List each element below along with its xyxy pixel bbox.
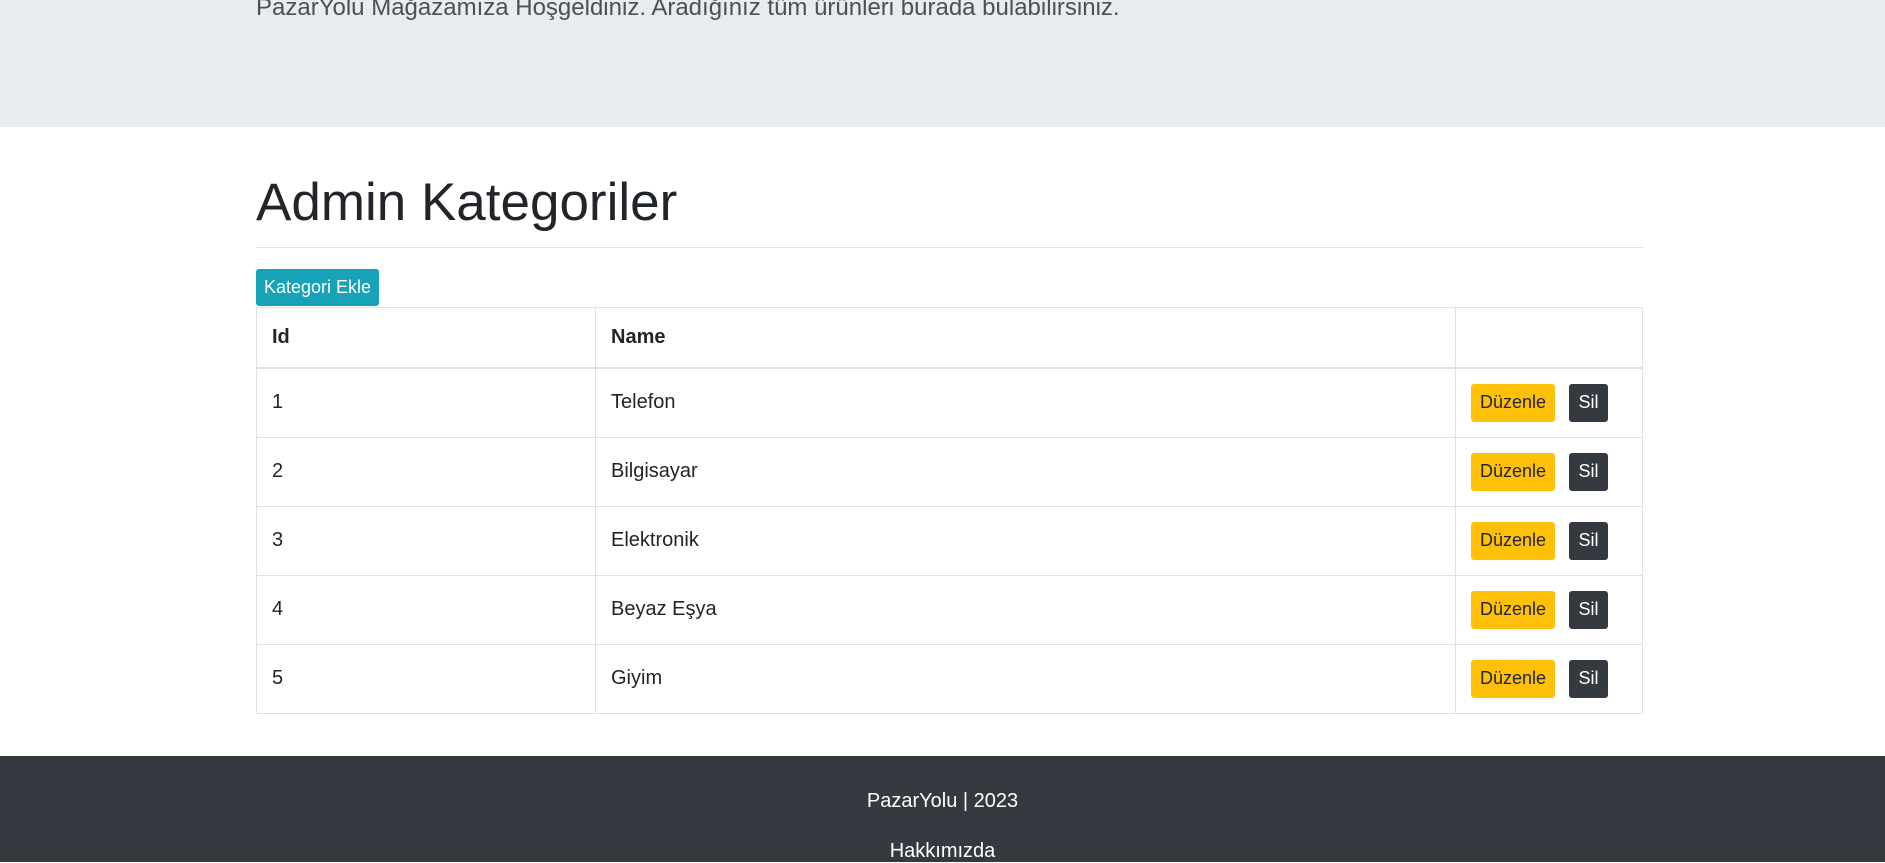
cell-name: Beyaz Eşya <box>595 574 1456 645</box>
column-header-id: Id <box>256 307 596 369</box>
delete-button[interactable]: Sil <box>1569 590 1608 629</box>
column-header-name: Name <box>595 307 1456 369</box>
welcome-lead: PazarYolu Mağazamıza Hoşgeldiniz. Aradığ… <box>256 0 1120 21</box>
delete-button[interactable]: Sil <box>1569 452 1608 491</box>
delete-button[interactable]: Sil <box>1569 659 1608 698</box>
cell-id: 3 <box>256 505 596 576</box>
edit-button[interactable]: Düzenle <box>1471 521 1555 560</box>
cell-actions: Düzenle Sil <box>1455 643 1643 714</box>
table-row: 5 Giyim Düzenle Sil <box>256 643 1643 714</box>
table-row: 2 Bilgisayar Düzenle Sil <box>256 436 1643 507</box>
footer-copyright: PazarYolu | 2023 <box>866 790 1019 812</box>
jumbotron: PazarYolu Mağazamıza Hoşgeldiniz. Aradığ… <box>0 0 1885 127</box>
cell-id: 5 <box>256 643 596 714</box>
cell-id: 1 <box>256 367 596 438</box>
table-row: 4 Beyaz Eşya Düzenle Sil <box>256 574 1643 645</box>
edit-button[interactable]: Düzenle <box>1471 659 1555 698</box>
table-row: 3 Elektronik Düzenle Sil <box>256 505 1643 576</box>
cell-actions: Düzenle Sil <box>1455 436 1643 507</box>
table-header-row: Id Name <box>256 307 1643 369</box>
table-row: 1 Telefon Düzenle Sil <box>256 367 1643 438</box>
cell-name: Telefon <box>595 367 1456 438</box>
cell-name: Bilgisayar <box>595 436 1456 507</box>
cell-id: 4 <box>256 574 596 645</box>
column-header-actions <box>1455 307 1643 369</box>
about-link[interactable]: Hakkımızda <box>890 840 996 862</box>
cell-actions: Düzenle Sil <box>1455 505 1643 576</box>
delete-button[interactable]: Sil <box>1569 383 1608 422</box>
delete-button[interactable]: Sil <box>1569 521 1608 560</box>
edit-button[interactable]: Düzenle <box>1471 590 1555 629</box>
footer: PazarYolu | 2023 Hakkımızda <box>0 756 1885 862</box>
cell-actions: Düzenle Sil <box>1455 574 1643 645</box>
edit-button[interactable]: Düzenle <box>1471 383 1555 422</box>
cell-name: Giyim <box>595 643 1456 714</box>
cell-name: Elektronik <box>595 505 1456 576</box>
page-title: Admin Kategoriler <box>256 173 678 232</box>
footer-about: Hakkımızda <box>0 839 1885 863</box>
cell-actions: Düzenle Sil <box>1455 367 1643 438</box>
edit-button[interactable]: Düzenle <box>1471 452 1555 491</box>
add-category-button[interactable]: Kategori Ekle <box>256 269 379 306</box>
title-divider <box>256 247 1643 248</box>
cell-id: 2 <box>256 436 596 507</box>
categories-table: Id Name 1 Telefon Düzenle Sil 2 Bilgisaya… <box>256 307 1643 714</box>
